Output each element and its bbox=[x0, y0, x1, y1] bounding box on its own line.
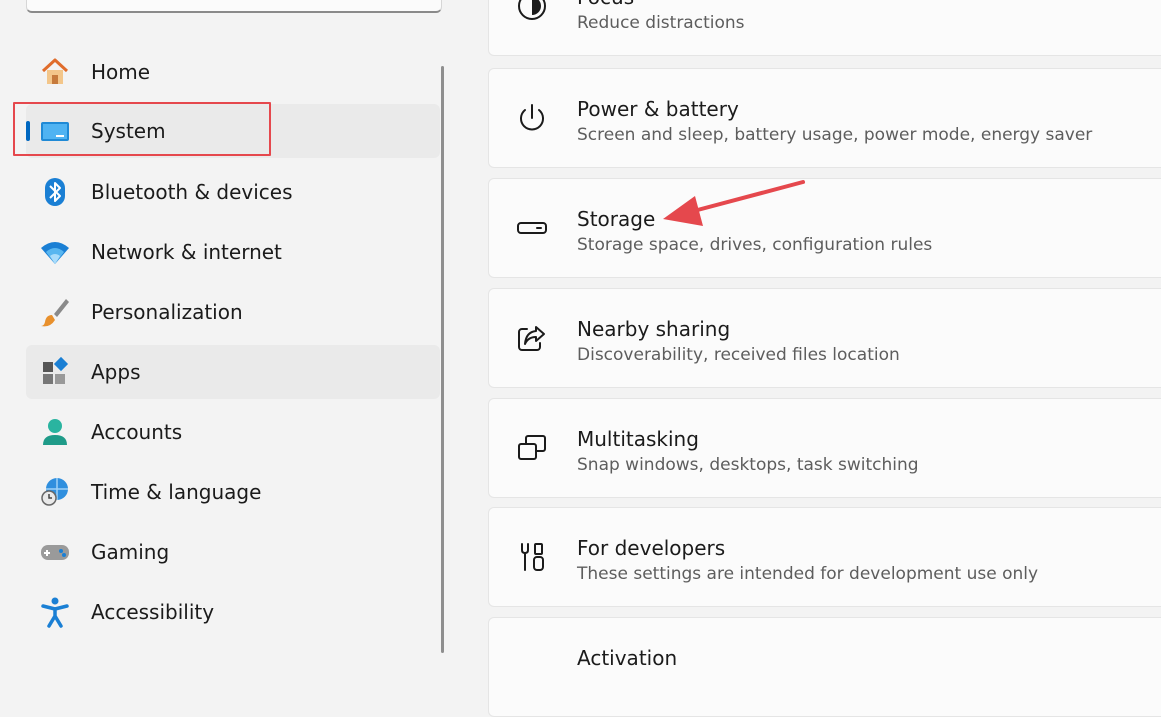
sidebar-item-label: Apps bbox=[91, 360, 141, 384]
activation-icon bbox=[515, 650, 549, 684]
search-input[interactable] bbox=[26, 0, 442, 13]
card-focus[interactable]: Focus Reduce distractions bbox=[488, 0, 1161, 56]
sidebar-item-time-language[interactable]: Time & language bbox=[26, 465, 440, 519]
card-title: For developers bbox=[577, 536, 726, 560]
accessibility-icon bbox=[38, 595, 72, 629]
card-storage[interactable]: Storage Storage space, drives, configura… bbox=[488, 178, 1161, 278]
sidebar-item-label: Personalization bbox=[91, 300, 243, 324]
card-description: Snap windows, desktops, task switching bbox=[577, 455, 919, 475]
card-description: Storage space, drives, configuration rul… bbox=[577, 235, 933, 255]
card-activation[interactable]: Activation bbox=[488, 617, 1161, 717]
card-title: Storage bbox=[577, 207, 656, 231]
gamepad-icon bbox=[38, 535, 72, 569]
card-title: Activation bbox=[577, 646, 678, 670]
focus-icon bbox=[515, 0, 549, 23]
apps-icon bbox=[38, 355, 72, 389]
card-title: Multitasking bbox=[577, 427, 699, 451]
sidebar-item-accounts[interactable]: Accounts bbox=[26, 405, 440, 459]
annotation-highlight-box bbox=[13, 102, 271, 156]
card-nearby-sharing[interactable]: Nearby sharing Discoverability, received… bbox=[488, 288, 1161, 388]
home-icon bbox=[38, 55, 72, 89]
sidebar-item-label: Bluetooth & devices bbox=[91, 180, 293, 204]
sidebar-item-label: Time & language bbox=[91, 480, 262, 504]
globe-clock-icon bbox=[38, 475, 72, 509]
sidebar-item-accessibility[interactable]: Accessibility bbox=[26, 585, 440, 639]
storage-icon bbox=[515, 211, 549, 245]
multitasking-icon bbox=[515, 431, 549, 465]
card-description: Screen and sleep, battery usage, power m… bbox=[577, 125, 1093, 145]
card-description: Reduce distractions bbox=[577, 13, 745, 33]
share-icon bbox=[515, 321, 549, 355]
sidebar-item-personalization[interactable]: Personalization bbox=[26, 285, 440, 339]
sidebar-item-home[interactable]: Home bbox=[26, 45, 440, 99]
sidebar-item-label: Home bbox=[91, 60, 151, 84]
brush-icon bbox=[38, 295, 72, 329]
card-description: These settings are intended for developm… bbox=[577, 564, 1039, 584]
sidebar: Home System Bluetooth & devices Network … bbox=[0, 0, 446, 653]
card-for-developers[interactable]: For developers These settings are intend… bbox=[488, 507, 1161, 607]
sidebar-item-label: Network & internet bbox=[91, 240, 282, 264]
sidebar-item-label: Gaming bbox=[91, 540, 170, 564]
sidebar-item-apps[interactable]: Apps bbox=[26, 345, 440, 399]
card-multitasking[interactable]: Multitasking Snap windows, desktops, tas… bbox=[488, 398, 1161, 498]
card-title: Nearby sharing bbox=[577, 317, 731, 341]
power-icon bbox=[515, 101, 549, 135]
bluetooth-icon bbox=[38, 175, 72, 209]
wifi-icon bbox=[38, 235, 72, 269]
sidebar-scrollbar[interactable] bbox=[441, 66, 444, 653]
main-content: Focus Reduce distractions Power & batter… bbox=[446, 0, 1161, 717]
card-title: Focus bbox=[577, 0, 634, 9]
developer-tools-icon bbox=[515, 540, 549, 574]
sidebar-item-gaming[interactable]: Gaming bbox=[26, 525, 440, 579]
card-description: Discoverability, received files location bbox=[577, 345, 900, 365]
sidebar-item-label: Accessibility bbox=[91, 600, 215, 624]
sidebar-item-bluetooth[interactable]: Bluetooth & devices bbox=[26, 165, 440, 219]
sidebar-item-network[interactable]: Network & internet bbox=[26, 225, 440, 279]
person-icon bbox=[38, 415, 72, 449]
card-title: Power & battery bbox=[577, 97, 739, 121]
sidebar-item-label: Accounts bbox=[91, 420, 183, 444]
card-power-battery[interactable]: Power & battery Screen and sleep, batter… bbox=[488, 68, 1161, 168]
